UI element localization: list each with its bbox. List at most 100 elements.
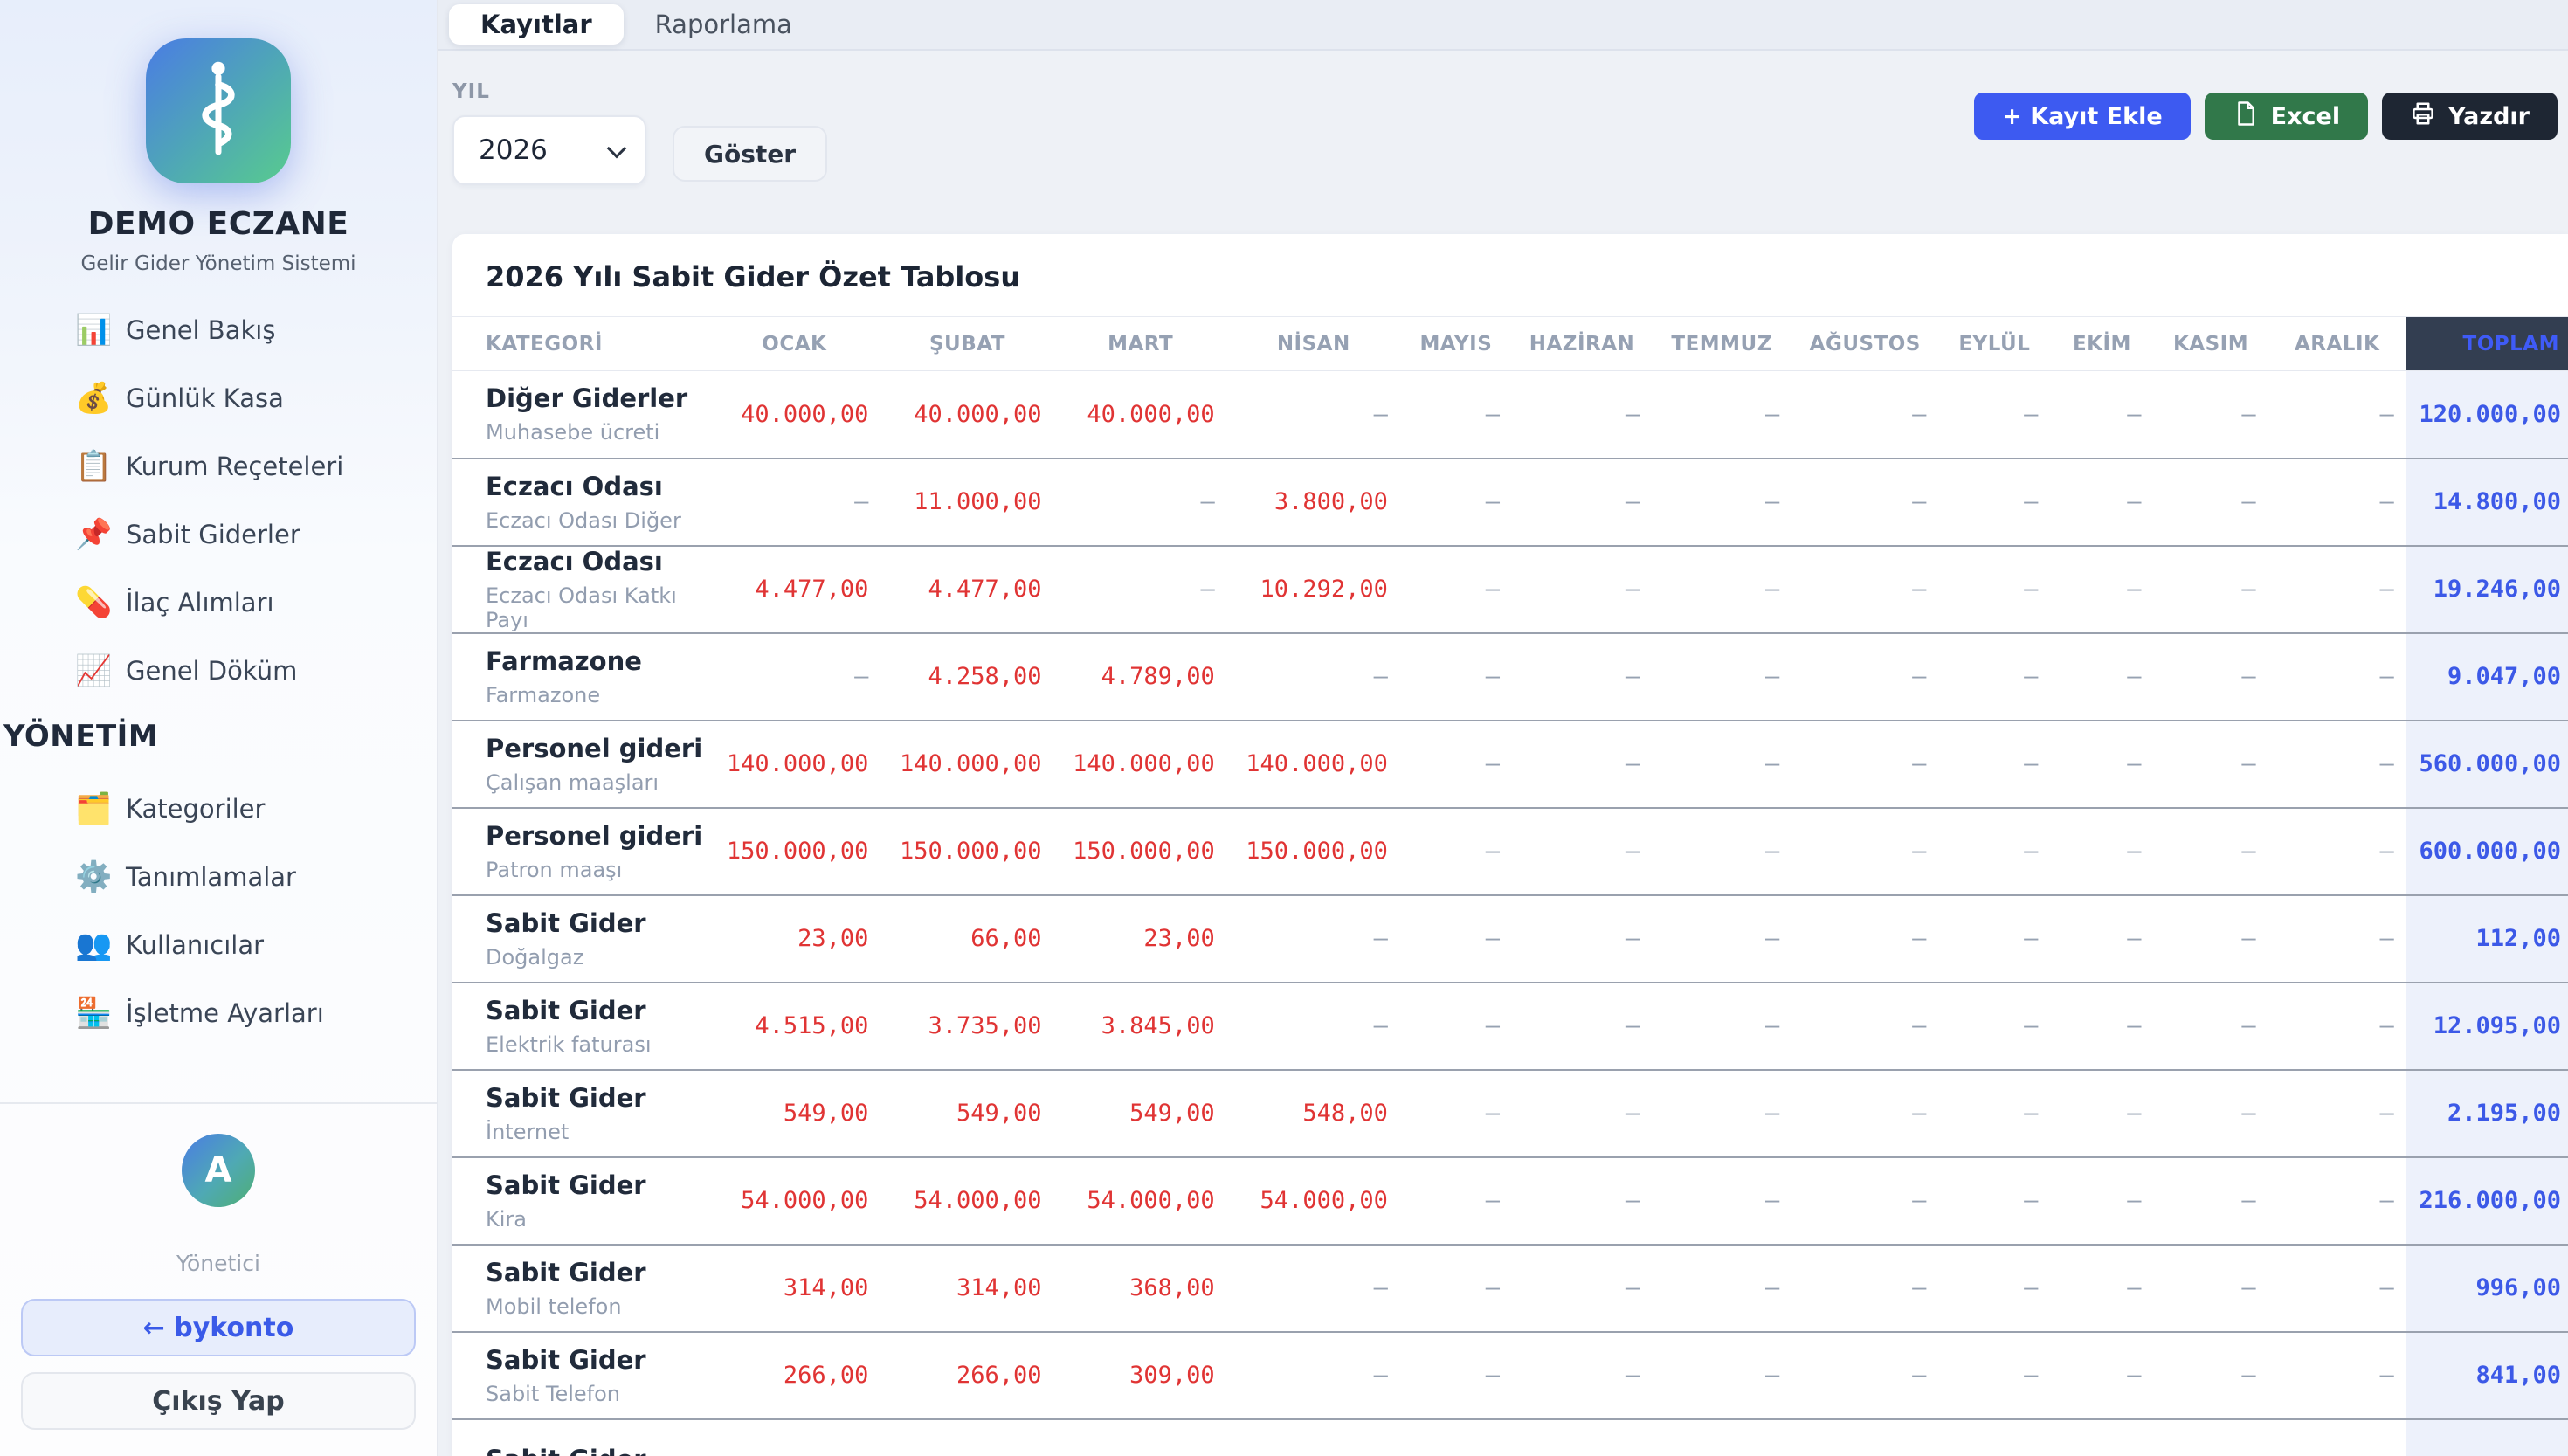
month-value-cell: 140.000,00 [1227, 721, 1400, 808]
table-row: Sabit GiderMobil telefon314,00314,00368,… [452, 1245, 2568, 1332]
category-cell: Sabit GiderKira [452, 1157, 708, 1245]
account-button[interactable]: ← bykonto [21, 1299, 416, 1356]
month-value-cell: 54.000,00 [708, 1157, 880, 1245]
month-value-cell: – [1652, 1332, 1791, 1419]
category-name: Eczacı Odası [486, 547, 708, 576]
category-name: Sabit Gider [486, 1445, 708, 1456]
category-subtitle: Elektrik faturası [486, 1032, 708, 1057]
month-value-cell [1938, 1419, 2050, 1456]
month-value-cell: – [2268, 1157, 2406, 1245]
month-value-cell: – [2050, 459, 2153, 546]
month-value-cell [2050, 1419, 2153, 1456]
month-value-cell: 11.000,00 [880, 459, 1053, 546]
sidebar-menu: 📊Genel Bakış💰Günlük Kasa📋Kurum Reçeteler… [0, 296, 437, 705]
sabit-giderler-icon: 📌 [75, 520, 126, 549]
month-value-cell: 549,00 [1054, 1070, 1227, 1157]
sidebar-item-sabit-giderler[interactable]: 📌Sabit Giderler [0, 500, 437, 569]
print-button[interactable]: Yazdır [2382, 93, 2558, 140]
month-value-cell: – [2268, 1332, 2406, 1419]
user-role-label: Yönetici [176, 1251, 260, 1276]
sidebar-item-tanimlamalar[interactable]: ⚙️Tanımlamalar [0, 843, 437, 911]
category-cell: FarmazoneFarmazone [452, 633, 708, 721]
month-value-cell: – [1938, 546, 2050, 633]
category-subtitle: Doğalgaz [486, 945, 708, 970]
sidebar-item-kullanicilar[interactable]: 👥Kullanıcılar [0, 911, 437, 979]
month-value-cell: – [1400, 459, 1512, 546]
sidebar-admin-menu: 🗂️Kategoriler⚙️Tanımlamalar👥Kullanıcılar… [0, 775, 437, 1047]
month-value-cell: – [2268, 371, 2406, 459]
kurum-receteleri-icon: 📋 [75, 452, 126, 481]
month-value-cell: – [2050, 1070, 2153, 1157]
year-select[interactable]: 2026 [452, 115, 646, 185]
month-value-cell: – [2268, 546, 2406, 633]
category-cell: Personel gideriPatron maaşı [452, 808, 708, 895]
month-value-cell: – [1227, 371, 1400, 459]
month-value-cell: – [2154, 1332, 2268, 1419]
sidebar-item-i-sletme-ayarlari[interactable]: 🏪İşletme Ayarları [0, 979, 437, 1047]
month-value-cell: – [2050, 721, 2153, 808]
month-value-cell: – [2154, 1245, 2268, 1332]
kullanicilar-icon: 👥 [75, 930, 126, 960]
sidebar-item-i-lac-alimlari[interactable]: 💊İlaç Alımları [0, 569, 437, 637]
month-value-cell [2154, 1419, 2268, 1456]
summary-table-card: 2026 Yılı Sabit Gider Özet Tablosu KATEG… [452, 234, 2568, 1456]
sidebar-item-genel-dokum[interactable]: 📈Genel Döküm [0, 637, 437, 705]
total-cell: 996,00 [2406, 1245, 2568, 1332]
sidebar-item-gunluk-kasa[interactable]: 💰Günlük Kasa [0, 364, 437, 432]
month-value-cell: 3.735,00 [880, 983, 1053, 1070]
month-value-cell: – [1791, 459, 1938, 546]
add-record-button[interactable]: + Kayıt Ekle [1974, 93, 2190, 140]
category-name: Farmazone [486, 646, 708, 676]
year-select-wrap: 2026 [452, 115, 646, 185]
month-value-cell: – [1791, 633, 1938, 721]
month-value-cell: – [2268, 633, 2406, 721]
month-value-cell: – [2154, 895, 2268, 983]
month-value-cell: – [1054, 459, 1227, 546]
month-value-cell: – [2050, 983, 2153, 1070]
category-name: Sabit Gider [486, 1345, 708, 1375]
total-cell: 12.095,00 [2406, 983, 2568, 1070]
month-value-cell: – [2154, 546, 2268, 633]
category-subtitle: İnternet [486, 1120, 708, 1144]
month-value-cell: – [1791, 983, 1938, 1070]
show-button[interactable]: Göster [673, 126, 827, 182]
month-value-cell: – [1227, 1245, 1400, 1332]
table-row: Personel gideriÇalışan maaşları140.000,0… [452, 721, 2568, 808]
month-value-cell: – [2268, 459, 2406, 546]
tab-raporlama[interactable]: Raporlama [624, 4, 824, 45]
category-name: Sabit Gider [486, 908, 708, 938]
sidebar-item-genel-bakis[interactable]: 📊Genel Bakış [0, 296, 437, 364]
month-value-cell: – [1512, 459, 1652, 546]
sidebar-item-label: İlaç Alımları [126, 588, 274, 618]
sidebar-item-label: Günlük Kasa [126, 383, 284, 413]
month-value-cell: 150.000,00 [1227, 808, 1400, 895]
month-value-cell [1400, 1419, 1512, 1456]
app-subtitle: Gelir Gider Yönetim Sistemi [80, 252, 356, 275]
month-value-cell: 40.000,00 [708, 371, 880, 459]
month-value-cell: 40.000,00 [880, 371, 1053, 459]
month-value-cell: – [2050, 808, 2153, 895]
sidebar-item-kategoriler[interactable]: 🗂️Kategoriler [0, 775, 437, 843]
sidebar-item-label: Kurum Reçeteleri [126, 452, 343, 481]
month-value-cell [1227, 1419, 1400, 1456]
logout-button[interactable]: Çıkış Yap [21, 1372, 416, 1430]
column-header-toplam: TOPLAM [2406, 317, 2568, 371]
month-value-cell: – [1400, 371, 1512, 459]
month-value-cell: 309,00 [1054, 1332, 1227, 1419]
excel-button[interactable]: Excel [2205, 93, 2368, 140]
total-cell: 2.195,00 [2406, 1070, 2568, 1157]
category-subtitle: Sabit Telefon [486, 1382, 708, 1406]
month-value-cell: – [2050, 633, 2153, 721]
tab-kayitlar[interactable]: Kayıtlar [449, 4, 624, 45]
app-root: DEMO ECZANE Gelir Gider Yönetim Sistemi … [0, 0, 2568, 1456]
sidebar: DEMO ECZANE Gelir Gider Yönetim Sistemi … [0, 0, 438, 1456]
action-buttons: + Kayıt Ekle Excel Yazdır [1974, 93, 2558, 140]
month-value-cell: 140.000,00 [1054, 721, 1227, 808]
sidebar-item-kurum-receteleri[interactable]: 📋Kurum Reçeteleri [0, 432, 437, 500]
category-subtitle: Muhasebe ücreti [486, 420, 708, 445]
total-cell: 19.246,00 [2406, 546, 2568, 633]
column-header-ni-san: NİSAN [1227, 317, 1400, 371]
category-name: Sabit Gider [486, 996, 708, 1025]
month-value-cell: 314,00 [708, 1245, 880, 1332]
month-value-cell: – [1938, 808, 2050, 895]
